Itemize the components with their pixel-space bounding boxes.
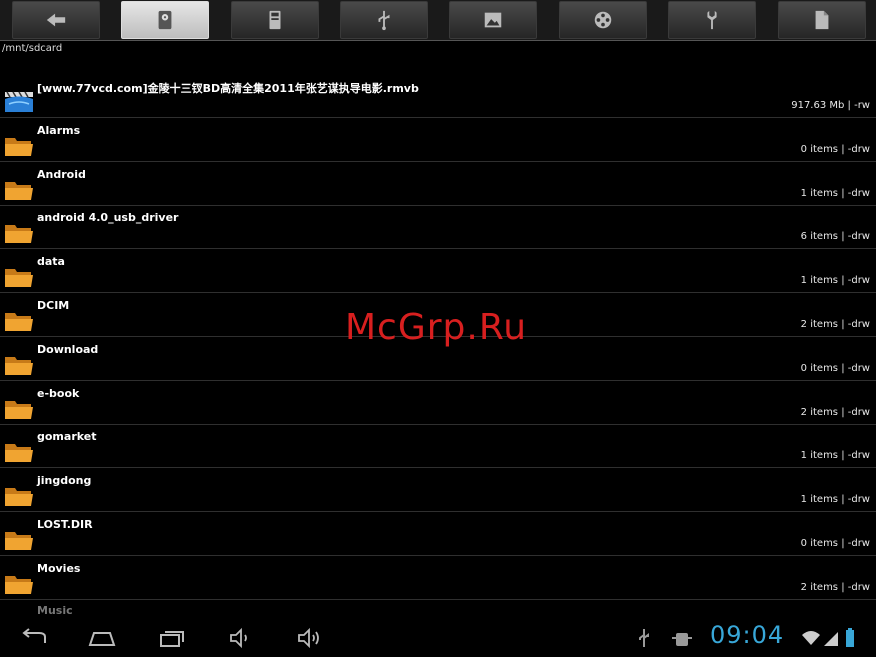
file-name: [www.77vcd.com]金陵十三钗BD高清全集2011年张艺谋执导电影.r…	[37, 82, 419, 95]
usb-icon	[378, 10, 390, 31]
folder-icon	[4, 526, 34, 552]
file-meta: 1 items | -drw	[800, 494, 870, 506]
file-name: DCIM	[37, 299, 70, 312]
file-name: LOST.DIR	[37, 518, 93, 531]
file-meta: 0 items | -drw	[800, 538, 870, 549]
sdcard-icon	[158, 10, 172, 30]
nav-back-button[interactable]	[18, 626, 50, 650]
tab-documents[interactable]	[778, 1, 866, 39]
nav-home-button[interactable]	[86, 626, 118, 650]
wifi-icon	[802, 631, 820, 645]
home-icon	[88, 632, 116, 646]
debug-status	[666, 626, 698, 650]
back-arrow-icon	[46, 13, 66, 27]
tab-images[interactable]	[449, 1, 537, 39]
file-name: Android	[37, 167, 86, 181]
file-name: Movies	[37, 561, 81, 575]
clock: 09:04	[710, 621, 785, 649]
folder-icon	[4, 219, 34, 245]
video-file-icon	[4, 88, 34, 114]
watermark: McGrp.Ru	[345, 307, 528, 348]
folder-icon	[4, 307, 34, 333]
file-name: data	[37, 255, 65, 269]
file-meta: 1 items | -drw	[800, 187, 870, 199]
list-item[interactable]: gomarket 1 items | -drw	[0, 424, 876, 469]
recent-apps-icon	[160, 631, 184, 647]
document-icon	[815, 10, 829, 30]
back-icon	[22, 628, 46, 643]
file-meta: 0 items | -drw	[800, 362, 870, 374]
volume-down-icon	[230, 627, 247, 649]
battery-icon	[846, 628, 854, 647]
current-path: /mnt/sdcard	[2, 43, 63, 54]
signal-icon	[824, 632, 838, 646]
film-reel-icon	[594, 11, 612, 29]
toolbar	[0, 0, 876, 41]
list-item[interactable]: LOST.DIR 0 items | -drw	[0, 512, 876, 556]
file-meta: 2 items | -drw	[800, 319, 870, 330]
wifi-status	[800, 626, 822, 650]
file-meta: 1 items | -drw	[800, 450, 870, 462]
file-name: Alarms	[37, 123, 81, 137]
usb-status	[628, 626, 660, 650]
list-item-partial[interactable]: Music	[37, 604, 73, 617]
volume-down-button[interactable]	[225, 626, 257, 650]
folder-icon	[4, 438, 34, 464]
battery-status	[842, 626, 858, 650]
android-debug-icon	[672, 633, 692, 646]
folder-icon	[4, 570, 34, 596]
list-item[interactable]: e-book 2 items | -drw	[0, 381, 876, 425]
file-name: jingdong	[37, 474, 92, 488]
tab-video[interactable]	[559, 1, 647, 39]
file-meta: 6 items | -drw	[800, 231, 870, 243]
list-item[interactable]: data 1 items | -drw	[0, 249, 876, 294]
file-name: e-book	[37, 386, 80, 400]
list-item[interactable]: Movies 2 items | -drw	[0, 556, 876, 600]
volume-up-button[interactable]	[294, 626, 326, 650]
file-name: android 4.0_usb_driver	[37, 211, 179, 225]
storage-icon	[269, 10, 281, 30]
signal-status	[822, 626, 840, 650]
folder-icon	[4, 395, 34, 421]
file-name: gomarket	[37, 430, 97, 444]
folder-icon	[4, 482, 34, 508]
list-item[interactable]: [www.77vcd.com]金陵十三钗BD高清全集2011年张艺谋执导电影.r…	[0, 74, 876, 118]
nav-recent-button[interactable]	[156, 626, 188, 650]
file-name: Download	[37, 342, 99, 356]
list-item[interactable]: android 4.0_usb_driver 6 items | -drw	[0, 205, 876, 250]
image-icon	[484, 12, 502, 28]
list-item[interactable]: jingdong 1 items | -drw	[0, 468, 876, 513]
file-meta: 2 items | -drw	[800, 406, 870, 418]
folder-icon	[4, 176, 34, 202]
file-meta: 917.63 Mb | -rw	[791, 100, 870, 111]
wrench-icon	[707, 10, 717, 30]
tab-usb[interactable]	[340, 1, 428, 39]
folder-icon	[4, 132, 34, 158]
list-item[interactable]: Android 1 items | -drw	[0, 162, 876, 206]
tab-storage[interactable]	[231, 1, 319, 39]
usb-status-icon	[639, 629, 649, 647]
file-meta: 2 items | -drw	[800, 581, 870, 593]
tab-sdcard[interactable]	[121, 1, 209, 39]
tab-tools[interactable]	[668, 1, 756, 39]
back-button[interactable]	[12, 1, 100, 39]
list-item[interactable]: Alarms 0 items | -drw	[0, 118, 876, 162]
file-meta: 1 items | -drw	[800, 275, 870, 287]
folder-icon	[4, 351, 34, 377]
volume-up-icon	[298, 627, 319, 649]
folder-icon	[4, 263, 34, 289]
file-meta: 0 items | -drw	[800, 143, 870, 155]
